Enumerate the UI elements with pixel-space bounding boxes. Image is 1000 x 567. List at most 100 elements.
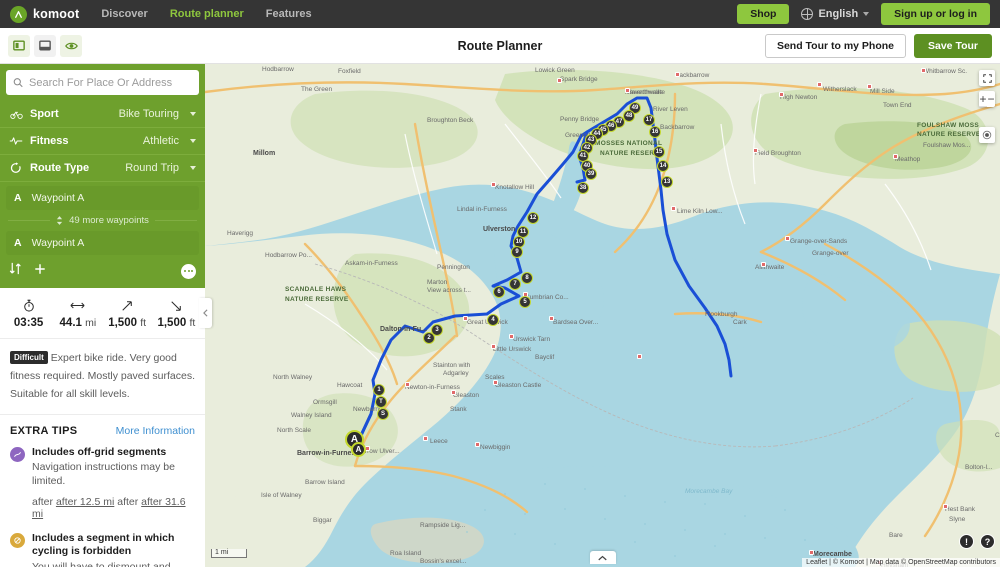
map-scale-bar: 1 mi <box>211 549 247 558</box>
chevron-down-icon <box>190 166 196 170</box>
map-poi-pin[interactable] <box>463 316 468 321</box>
map-attribution[interactable]: Leaflet | © Komoot | Map data © OpenStre… <box>802 558 1000 567</box>
stat-uphill: 1,500 ft <box>103 298 152 329</box>
route-waypoint-marker[interactable]: 6 <box>493 286 505 298</box>
route-waypoint-marker[interactable]: 39 <box>585 168 597 180</box>
zoom-in-button[interactable]: + <box>979 91 987 107</box>
nav-link-route-planner[interactable]: Route planner <box>170 8 244 20</box>
map-poi-pin[interactable] <box>557 78 562 83</box>
route-waypoint-marker[interactable]: 2 <box>423 332 435 344</box>
map-poi-pin[interactable] <box>491 182 496 187</box>
route-waypoint-marker[interactable]: 12 <box>527 212 539 224</box>
map-poi-pin[interactable] <box>675 72 680 77</box>
more-options-button[interactable] <box>181 263 196 279</box>
route-end-marker[interactable]: A <box>351 442 366 457</box>
search-box[interactable] <box>6 70 199 95</box>
route-waypoint-marker[interactable]: T <box>375 396 387 408</box>
waypoint-row-end[interactable]: A Waypoint A <box>6 231 199 255</box>
sport-option-row[interactable]: Sport Bike Touring <box>0 101 205 128</box>
map-poi-pin[interactable] <box>625 88 630 93</box>
map-poi-pin[interactable] <box>475 442 480 447</box>
shop-button[interactable]: Shop <box>737 4 790 24</box>
help-button[interactable]: ? <box>980 534 995 549</box>
send-tour-to-phone-button[interactable]: Send Tour to my Phone <box>764 33 906 58</box>
language-selector[interactable]: English <box>801 8 870 20</box>
report-issue-button[interactable]: ! <box>959 534 974 549</box>
map-poi-pin[interactable] <box>549 316 554 321</box>
more-information-link[interactable]: More Information <box>116 425 195 437</box>
map-poi-pin[interactable] <box>493 380 498 385</box>
route-waypoint-marker[interactable]: 8 <box>521 272 533 284</box>
route-sidebar: Sport Bike Touring Fitness Athletic Rout… <box>0 64 205 567</box>
zoom-out-button[interactable]: − <box>987 91 995 107</box>
map-poi-pin[interactable] <box>943 504 948 509</box>
tip-description: You will have to dismount and push your … <box>32 560 171 567</box>
bottom-panel-toggle[interactable] <box>34 34 56 57</box>
stat-distance: 44.1 mi <box>53 298 102 329</box>
reverse-route-button[interactable] <box>9 262 22 280</box>
map-canvas[interactable]: Hodbarrow Foxfield Lowick Green Spark Bridg… <box>205 64 1000 567</box>
map-poi-pin[interactable] <box>921 68 926 73</box>
map-poi-pin[interactable] <box>423 436 428 441</box>
map-poi-pin[interactable] <box>753 148 758 153</box>
stopwatch-icon <box>4 298 53 313</box>
difficulty-badge: Difficult <box>10 351 48 364</box>
nav-link-discover[interactable]: Discover <box>101 8 147 20</box>
map-poi-pin[interactable] <box>867 84 872 89</box>
route-planner-app: komoot Discover Route planner Features S… <box>0 0 1000 567</box>
map-poi-pin[interactable] <box>405 382 410 387</box>
divider-right <box>154 220 198 221</box>
route-waypoint-marker[interactable]: 14 <box>657 160 669 172</box>
search-input[interactable] <box>29 76 192 89</box>
stat-downhill: 1,500 ft <box>152 298 201 329</box>
sub-header-actions: Send Tour to my Phone Save Tour <box>764 33 992 58</box>
route-waypoint-marker[interactable]: 5 <box>519 296 531 308</box>
map-poi-pin[interactable] <box>491 344 496 349</box>
fitness-value: Athletic <box>142 135 179 147</box>
chevron-left-icon <box>203 309 208 317</box>
map-poi-pin[interactable] <box>779 92 784 97</box>
map-layers-button[interactable] <box>979 127 995 143</box>
map-poi-pin[interactable] <box>451 390 456 395</box>
map-poi-pin[interactable] <box>509 334 514 339</box>
map-poi-pin[interactable] <box>809 550 814 555</box>
fitness-option-row[interactable]: Fitness Athletic <box>0 128 205 155</box>
add-waypoint-button[interactable] <box>34 262 46 280</box>
route-waypoint-marker[interactable]: 4 <box>487 314 499 326</box>
waypoint-row-start[interactable]: A Waypoint A <box>6 186 199 210</box>
more-waypoints-row[interactable]: 49 more waypoints <box>6 210 199 231</box>
map-poi-pin[interactable] <box>893 154 898 159</box>
waypoint-letter: A <box>14 192 22 204</box>
chevron-down-icon <box>863 12 870 16</box>
tip-no-cycling: Includes a segment in which cycling is f… <box>0 529 205 567</box>
sidebar-panel-toggle[interactable] <box>8 34 30 57</box>
map-base-layer <box>205 64 1000 567</box>
waypoint-name: Waypoint A <box>31 192 85 204</box>
visibility-toggle[interactable] <box>60 34 82 57</box>
sidebar-collapse-tab[interactable] <box>199 298 212 328</box>
route-type-option-row[interactable]: Route Type Round Trip <box>0 155 205 182</box>
tip-offgrid: Includes off-grid segments Navigation in… <box>0 443 205 529</box>
route-waypoint-marker[interactable]: S <box>377 408 389 420</box>
route-waypoint-marker[interactable]: 9 <box>511 246 523 258</box>
nav-link-features[interactable]: Features <box>266 8 312 20</box>
signup-login-button[interactable]: Sign up or log in <box>881 3 990 25</box>
map-poi-pin[interactable] <box>817 82 822 87</box>
komoot-logo[interactable]: komoot <box>10 5 79 23</box>
route-waypoint-marker[interactable]: 16 <box>649 126 661 138</box>
save-tour-button[interactable]: Save Tour <box>914 33 992 58</box>
map-poi-pin[interactable] <box>785 236 790 241</box>
route-waypoint-marker[interactable]: 38 <box>577 182 589 194</box>
route-waypoint-marker[interactable]: 17 <box>643 114 655 126</box>
map-poi-pin[interactable] <box>761 262 766 267</box>
route-waypoint-marker[interactable]: 13 <box>661 176 673 188</box>
map-poi-pin[interactable] <box>671 206 676 211</box>
route-waypoint-marker[interactable]: 7 <box>509 278 521 290</box>
fitness-label: Fitness <box>30 135 69 147</box>
route-waypoint-marker[interactable]: 1 <box>373 384 385 396</box>
route-waypoint-marker[interactable]: 15 <box>653 146 665 158</box>
elevation-profile-toggle[interactable] <box>589 551 616 564</box>
map-poi-pin[interactable] <box>637 354 642 359</box>
zoom-controls: + − <box>979 91 995 107</box>
fullscreen-button[interactable] <box>979 70 995 86</box>
